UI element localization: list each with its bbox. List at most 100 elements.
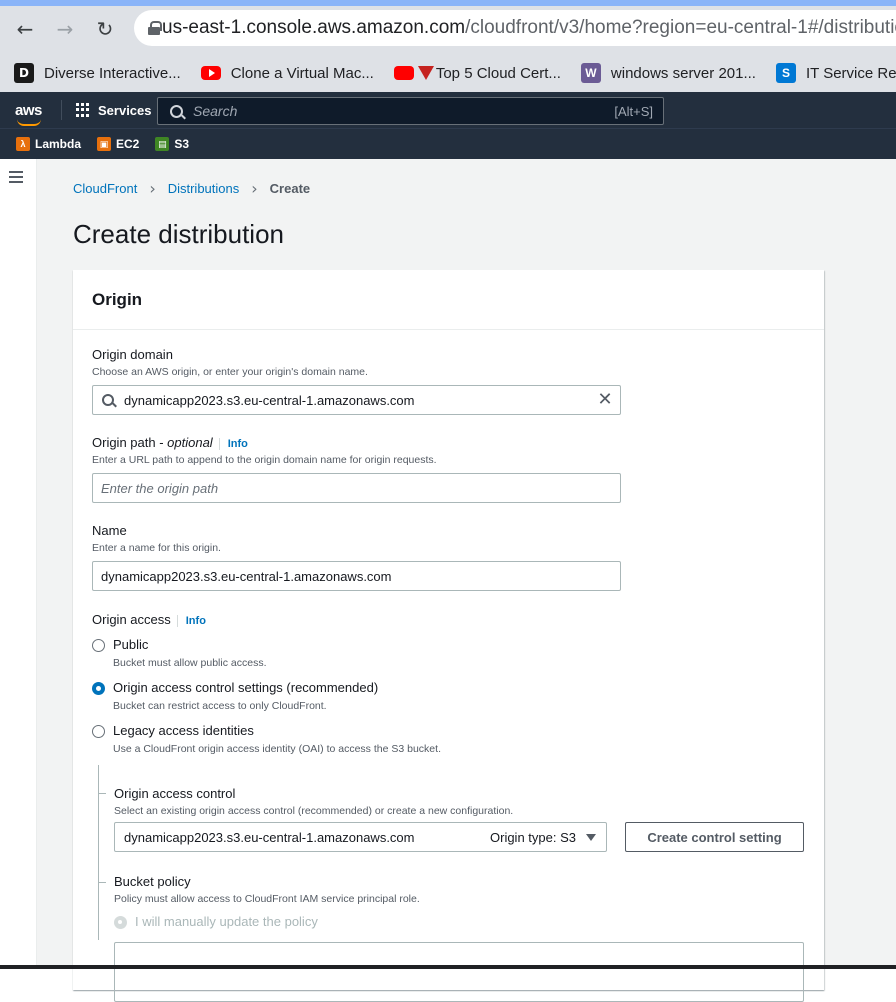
search-icon bbox=[170, 104, 183, 118]
radio-button[interactable] bbox=[92, 639, 105, 652]
services-label: Services bbox=[98, 102, 152, 118]
bookmark-diverse-interactive[interactable]: D Diverse Interactive... bbox=[14, 63, 181, 83]
bookmark-label: IT Service Req bbox=[805, 64, 896, 82]
bookmark-top-5-cloud[interactable]: Top 5 Cloud Cert... bbox=[393, 64, 561, 82]
favorite-label: EC2 bbox=[116, 137, 140, 151]
origin-path-text-field[interactable] bbox=[93, 480, 620, 496]
radio-description: Bucket can restrict access to only Cloud… bbox=[113, 700, 327, 712]
breadcrumb-create: Create bbox=[269, 181, 311, 196]
radio-button-disabled bbox=[114, 916, 127, 929]
name-value: dynamicapp2023.s3.eu-central-1.amazonaws… bbox=[101, 568, 392, 584]
bucket-policy-description: Policy must allow access to CloudFront I… bbox=[114, 893, 420, 905]
oac-selected-value: dynamicapp2023.s3.eu-central-1.amazonaws… bbox=[124, 829, 415, 845]
forward-arrow-icon[interactable]: → bbox=[50, 14, 80, 44]
breadcrumb-cloudfront[interactable]: CloudFront bbox=[73, 181, 137, 196]
origin-path-info-link[interactable]: Info bbox=[218, 438, 248, 450]
clear-icon[interactable]: ✕ bbox=[596, 391, 614, 409]
aws-search-box[interactable]: [Alt+S] bbox=[157, 97, 664, 125]
triangle-logo-icon bbox=[417, 66, 434, 80]
origin-path-input[interactable] bbox=[92, 473, 621, 503]
services-menu-button[interactable]: Services bbox=[76, 103, 152, 118]
youtube-icon bbox=[393, 66, 414, 80]
aws-search-input[interactable] bbox=[193, 103, 593, 119]
tab-strip-accent bbox=[0, 0, 896, 6]
origin-domain-input[interactable]: dynamicapp2023.s3.eu-central-1.amazonaws… bbox=[92, 385, 621, 415]
ec2-icon: ▣ bbox=[97, 137, 112, 151]
aws-logo[interactable]: aws bbox=[15, 102, 45, 126]
radio-manually-update-policy: I will manually update the policy bbox=[114, 914, 318, 929]
favorite-label: Lambda bbox=[35, 137, 82, 151]
back-arrow-icon[interactable]: ← bbox=[10, 14, 40, 44]
bookmarks-bar: D Diverse Interactive... Clone a Virtual… bbox=[0, 54, 896, 92]
bookmark-it-service-request[interactable]: S IT Service Req bbox=[775, 63, 896, 83]
tree-tick bbox=[98, 793, 106, 794]
aws-top-nav: aws Services [Alt+S] bbox=[0, 92, 896, 128]
tree-tick bbox=[98, 882, 106, 883]
youtube-icon bbox=[200, 66, 221, 80]
origin-path-field: Origin path - optional Info Enter a URL p… bbox=[92, 435, 437, 466]
optional-tag: optional bbox=[167, 435, 213, 450]
oac-field: Origin access control Select an existing… bbox=[114, 786, 513, 817]
favorite-ec2[interactable]: ▣ EC2 bbox=[97, 137, 139, 151]
radio-label: Origin access control settings (recommen… bbox=[113, 680, 379, 695]
oac-select[interactable]: dynamicapp2023.s3.eu-central-1.amazonaws… bbox=[114, 822, 607, 852]
oac-label: Origin access control bbox=[114, 786, 236, 801]
favorite-lambda[interactable]: λ Lambda bbox=[16, 137, 81, 151]
bucket-policy-field: Bucket policy Policy must allow access t… bbox=[114, 874, 420, 905]
origin-domain-value: dynamicapp2023.s3.eu-central-1.amazonaws… bbox=[124, 392, 415, 408]
grid-icon bbox=[76, 103, 90, 117]
name-label: Name bbox=[92, 523, 127, 538]
policy-alert-box bbox=[114, 942, 804, 1002]
origin-path-label: Origin path - optional Info bbox=[92, 435, 248, 450]
bookmark-clone-virtual-machine[interactable]: Clone a Virtual Mac... bbox=[200, 64, 374, 82]
breadcrumb: CloudFront › Distributions › Create bbox=[73, 179, 310, 198]
origin-access-label: Origin access Info bbox=[92, 612, 206, 627]
bookmark-label: Diverse Interactive... bbox=[44, 64, 181, 82]
search-icon bbox=[102, 394, 114, 406]
favorite-s3[interactable]: ▤ S3 bbox=[155, 137, 189, 151]
nav-divider bbox=[61, 100, 62, 120]
caret-down-icon bbox=[586, 833, 596, 841]
reload-icon[interactable]: ↻ bbox=[90, 14, 120, 44]
origin-path-description: Enter a URL path to append to the origin… bbox=[92, 454, 437, 466]
url-text: us-east-1.console.aws.amazon.com/cloudfr… bbox=[162, 17, 896, 39]
favorite-label: S3 bbox=[174, 137, 190, 151]
radio-public[interactable]: Public Bucket must allow public access. bbox=[92, 637, 266, 669]
origin-access-label-text: Origin access bbox=[92, 612, 171, 627]
bookmark-label: windows server 201... bbox=[610, 64, 756, 82]
radio-origin-access-control[interactable]: Origin access control settings (recommen… bbox=[92, 680, 378, 712]
radio-button-checked[interactable] bbox=[92, 682, 105, 695]
origin-domain-field: Origin domain Choose an AWS origin, or e… bbox=[92, 347, 368, 378]
sharepoint-icon: S bbox=[775, 63, 796, 83]
origin-access-info-link[interactable]: Info bbox=[176, 615, 206, 627]
origin-domain-description: Choose an AWS origin, or enter your orig… bbox=[92, 366, 368, 378]
origin-domain-label: Origin domain bbox=[92, 347, 173, 362]
s3-icon: ▤ bbox=[155, 137, 170, 151]
name-input[interactable]: dynamicapp2023.s3.eu-central-1.amazonaws… bbox=[92, 561, 621, 591]
radio-description: Use a CloudFront origin access identity … bbox=[113, 743, 441, 755]
radio-button[interactable] bbox=[92, 725, 105, 738]
bookmark-label: Top 5 Cloud Cert... bbox=[435, 64, 561, 82]
lambda-icon: λ bbox=[16, 137, 30, 151]
radio-label: I will manually update the policy bbox=[135, 914, 318, 929]
chevron-right-icon: › bbox=[251, 179, 258, 198]
windows-server-icon: W bbox=[580, 63, 601, 83]
address-bar[interactable]: us-east-1.console.aws.amazon.com/cloudfr… bbox=[134, 10, 896, 46]
origin-access-field: Origin access Info bbox=[92, 612, 206, 627]
name-field: Name Enter a name for this origin. bbox=[92, 523, 221, 554]
create-control-setting-button[interactable]: Create control setting bbox=[625, 822, 804, 852]
bookmark-label: Clone a Virtual Mac... bbox=[230, 64, 374, 82]
name-description: Enter a name for this origin. bbox=[92, 542, 221, 554]
taskbar-edge bbox=[0, 965, 896, 969]
menu-icon[interactable] bbox=[9, 171, 23, 183]
side-navigation-rail bbox=[0, 159, 37, 969]
page-title: Create distribution bbox=[73, 219, 284, 249]
chevron-right-icon: › bbox=[149, 179, 156, 198]
breadcrumb-distributions[interactable]: Distributions bbox=[168, 181, 240, 196]
radio-description: Bucket must allow public access. bbox=[113, 657, 267, 669]
radio-label: Public bbox=[113, 637, 149, 652]
main-content: CloudFront › Distributions › Create Crea… bbox=[37, 159, 896, 1002]
radio-legacy-access-identities[interactable]: Legacy access identities Use a CloudFron… bbox=[92, 723, 441, 755]
bookmark-windows-server[interactable]: W windows server 201... bbox=[580, 63, 756, 83]
url-host: us-east-1.console.aws.amazon.com bbox=[162, 17, 466, 38]
